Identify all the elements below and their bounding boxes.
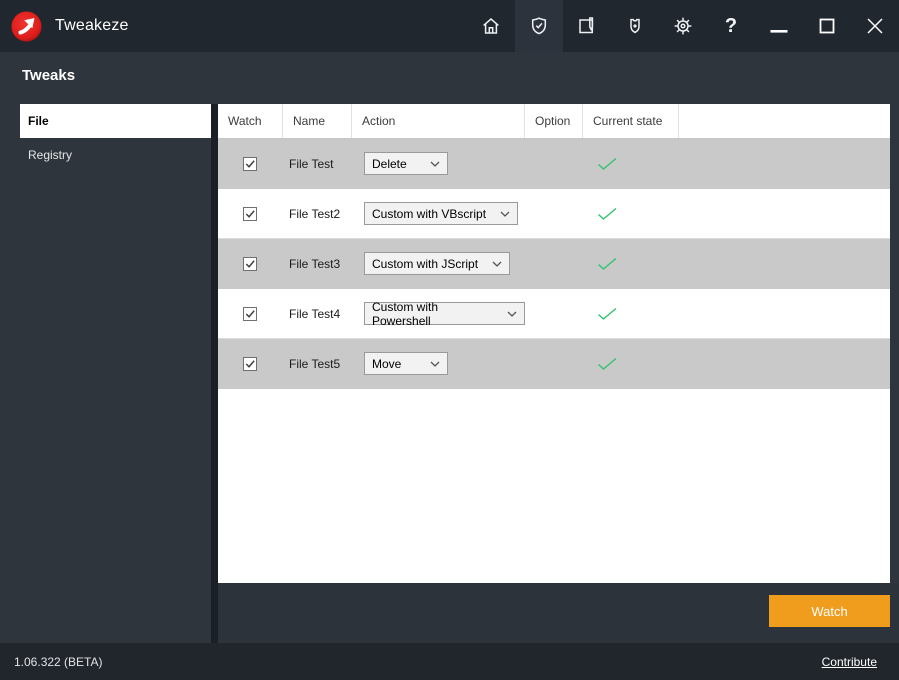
watch-checkbox[interactable] — [243, 356, 257, 371]
close-icon — [863, 14, 887, 38]
question-mark-icon: ? — [724, 14, 738, 37]
option-cell — [525, 339, 583, 388]
action-select[interactable]: Custom with Powershell — [364, 299, 525, 328]
page-body: File Registry Watch Name Action Option C… — [0, 104, 899, 643]
maximize-icon — [815, 14, 839, 38]
sidebar-item-registry[interactable]: Registry — [0, 138, 211, 172]
watch-button[interactable]: Watch — [769, 595, 890, 627]
tweaks-table: Watch Name Action Option Current state F… — [218, 104, 890, 583]
tweak-name: File Test4 — [289, 306, 341, 321]
action-select[interactable]: Move — [364, 352, 448, 375]
state-ok-icon — [597, 257, 618, 271]
action-select[interactable]: Custom with VBscript — [364, 202, 519, 225]
app-logo-icon — [10, 10, 43, 43]
version-label: 1.06.322 (BETA) — [14, 654, 103, 669]
tweak-name: File Test — [289, 156, 334, 171]
tweak-name: File Test3 — [289, 256, 341, 271]
empty-cell — [679, 339, 890, 388]
toolbar: ? — [467, 0, 899, 52]
titlebar: Tweakeze ? — [0, 0, 899, 52]
app-title: Tweakeze — [55, 17, 129, 34]
watch-checkbox[interactable] — [243, 256, 257, 271]
state-ok-icon — [597, 357, 618, 371]
watch-checkbox[interactable] — [243, 306, 257, 321]
shield-check-icon — [527, 14, 551, 38]
sidebar-item-label: File — [28, 114, 49, 128]
sidebar-divider — [211, 104, 218, 643]
action-bar: Watch — [218, 583, 899, 643]
state-ok-icon — [597, 157, 618, 171]
badge-icon — [623, 14, 647, 38]
empty-cell — [679, 239, 890, 288]
column-header-current-state[interactable]: Current state — [583, 104, 679, 138]
column-header-watch[interactable]: Watch — [218, 104, 283, 138]
sidebar-item-file[interactable]: File — [20, 104, 211, 138]
maximize-button[interactable] — [803, 0, 851, 52]
tweak-name: File Test5 — [289, 356, 341, 371]
settings-button[interactable] — [659, 0, 707, 52]
journal-button[interactable] — [563, 0, 611, 52]
chevron-down-icon — [492, 261, 502, 267]
table-row: File Test3 Custom with JScript — [218, 239, 890, 289]
action-select[interactable]: Custom with JScript — [364, 252, 511, 275]
action-select-value: Custom with VBscript — [372, 206, 487, 221]
option-cell — [525, 239, 583, 288]
chevron-down-icon — [430, 161, 440, 167]
minimize-icon — [767, 14, 791, 38]
state-ok-icon — [597, 207, 618, 221]
minimize-button[interactable] — [755, 0, 803, 52]
action-select-value: Custom with JScript — [372, 256, 479, 271]
watch-checkbox[interactable] — [243, 156, 257, 171]
chevron-down-icon — [507, 311, 517, 317]
statusbar: 1.06.322 (BETA) Contribute — [0, 643, 899, 680]
table-row: File Test2 Custom with VBscript — [218, 189, 890, 239]
table-row: File Test Delete — [218, 139, 890, 189]
home-icon — [479, 14, 503, 38]
action-select-value: Delete — [372, 156, 407, 171]
empty-cell — [679, 289, 890, 338]
table-row: File Test5 Move — [218, 339, 890, 389]
tweak-name: File Test2 — [289, 206, 341, 221]
option-cell — [525, 139, 583, 188]
state-ok-icon — [597, 307, 618, 321]
sidebar-item-label: Registry — [28, 148, 73, 162]
app-window: Tweakeze ? Tweaks File Registry Watch Na… — [0, 0, 899, 680]
chevron-down-icon — [500, 211, 510, 217]
tweaks-shield-button[interactable] — [515, 0, 563, 52]
table-row: File Test4 Custom with Powershell — [218, 289, 890, 339]
home-button[interactable] — [467, 0, 515, 52]
main-panel: Watch Name Action Option Current state F… — [218, 104, 899, 643]
contribute-link[interactable]: Contribute — [822, 655, 877, 669]
journal-pen-icon — [575, 14, 599, 38]
chevron-down-icon — [430, 361, 440, 367]
column-header-empty — [679, 104, 890, 138]
watch-checkbox[interactable] — [243, 206, 257, 221]
close-button[interactable] — [851, 0, 899, 52]
column-header-action[interactable]: Action — [352, 104, 525, 138]
option-cell — [525, 189, 583, 238]
page-title: Tweaks — [22, 67, 76, 84]
table-header: Watch Name Action Option Current state — [218, 104, 890, 139]
option-cell — [525, 289, 583, 338]
empty-cell — [679, 189, 890, 238]
action-select-value: Custom with Powershell — [372, 299, 439, 328]
action-select-value: Move — [372, 356, 402, 371]
empty-cell — [679, 139, 890, 188]
action-select[interactable]: Delete — [364, 152, 448, 175]
column-header-name[interactable]: Name — [283, 104, 352, 138]
gear-icon — [671, 14, 695, 38]
page-heading-area: Tweaks — [0, 52, 899, 104]
help-button[interactable]: ? — [707, 0, 755, 52]
badge-button[interactable] — [611, 0, 659, 52]
column-header-option[interactable]: Option — [525, 104, 583, 138]
sidebar: File Registry — [0, 104, 211, 643]
